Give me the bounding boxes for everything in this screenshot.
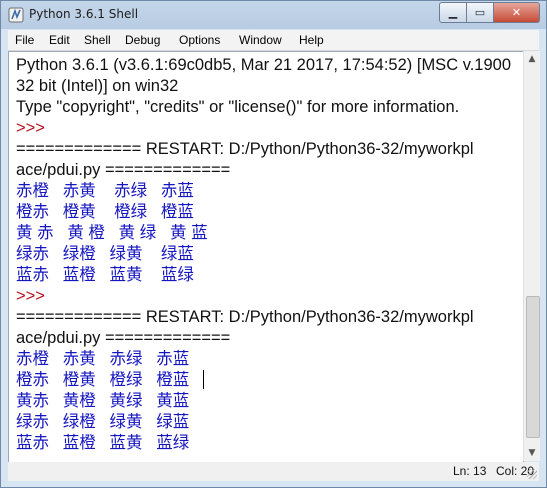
window-title: Python 3.6.1 Shell: [29, 7, 139, 21]
menu-shell[interactable]: Shell: [84, 33, 111, 47]
menu-edit[interactable]: Edit: [49, 33, 70, 47]
restart-line: ace/pdui.py =============: [16, 329, 231, 347]
output-line: 黄 赤 黄 橙 黄 绿 黄 蓝: [16, 224, 208, 242]
shell-line: Type "copyright", "credits" or "license(…: [16, 98, 460, 116]
menu-file[interactable]: File: [15, 33, 34, 47]
output-line: 黄赤 黄橙 黄绿 黄蓝: [16, 392, 190, 410]
output-line: 橙赤 橙黄 橙绿 橙蓝: [16, 371, 190, 389]
menu-help[interactable]: Help: [299, 33, 324, 47]
scrollbar-thumb[interactable]: [526, 296, 540, 438]
shell-line: 32 bit (Intel)] on win32: [16, 77, 179, 95]
idle-shell-window: Python 3.6.1 Shell ▁ ▭ ✕ File Edit Shell…: [0, 0, 547, 488]
menu-debug[interactable]: Debug: [125, 33, 160, 47]
vertical-scrollbar[interactable]: ▲ ▼: [523, 51, 540, 461]
title-bar[interactable]: Python 3.6.1 Shell ▁ ▭ ✕: [1, 1, 546, 29]
python-feather-icon: [8, 7, 24, 23]
shell-line: Python 3.6.1 (v3.6.1:69c0db5, Mar 21 201…: [16, 56, 512, 74]
line-number-status: Ln: 13: [453, 464, 487, 478]
minimize-button[interactable]: ▁: [439, 2, 467, 23]
menu-options[interactable]: Options: [179, 33, 220, 47]
close-button[interactable]: ✕: [493, 2, 540, 23]
restart-line: ============= RESTART: D:/Python/Python3…: [16, 140, 474, 158]
text-cursor: [203, 370, 204, 389]
output-line: 绿赤 绿橙 绿黄 绿蓝: [16, 245, 194, 263]
menu-window[interactable]: Window: [239, 33, 282, 47]
output-line: 赤橙 赤黄 赤绿 赤蓝: [16, 182, 194, 200]
output-line: 赤橙 赤黄 赤绿 赤蓝: [16, 350, 190, 368]
output-line: 蓝赤 蓝橙 蓝黄 蓝绿: [16, 434, 190, 452]
scroll-up-arrow-icon[interactable]: ▲: [524, 51, 540, 67]
prompt-line: >>>: [16, 287, 45, 305]
output-line: 蓝赤 蓝橙 蓝黄 蓝绿: [16, 266, 194, 284]
resize-grip-icon[interactable]: [527, 469, 537, 479]
shell-text-area[interactable]: Python 3.6.1 (v3.6.1:69c0db5, Mar 21 201…: [8, 51, 524, 463]
restart-line: ace/pdui.py =============: [16, 161, 231, 179]
maximize-button[interactable]: ▭: [466, 2, 494, 23]
output-line: 橙赤 橙黄 橙绿 橙蓝: [16, 203, 194, 221]
prompt-line: >>>: [16, 119, 45, 137]
restart-line: ============= RESTART: D:/Python/Python3…: [16, 308, 474, 326]
status-bar: Ln: 13 Col: 20: [8, 462, 539, 481]
menu-bar: File Edit Shell Debug Options Window Hel…: [8, 30, 539, 51]
output-line: 绿赤 绿橙 绿黄 绿蓝: [16, 413, 190, 431]
scroll-down-arrow-icon[interactable]: ▼: [524, 445, 540, 461]
